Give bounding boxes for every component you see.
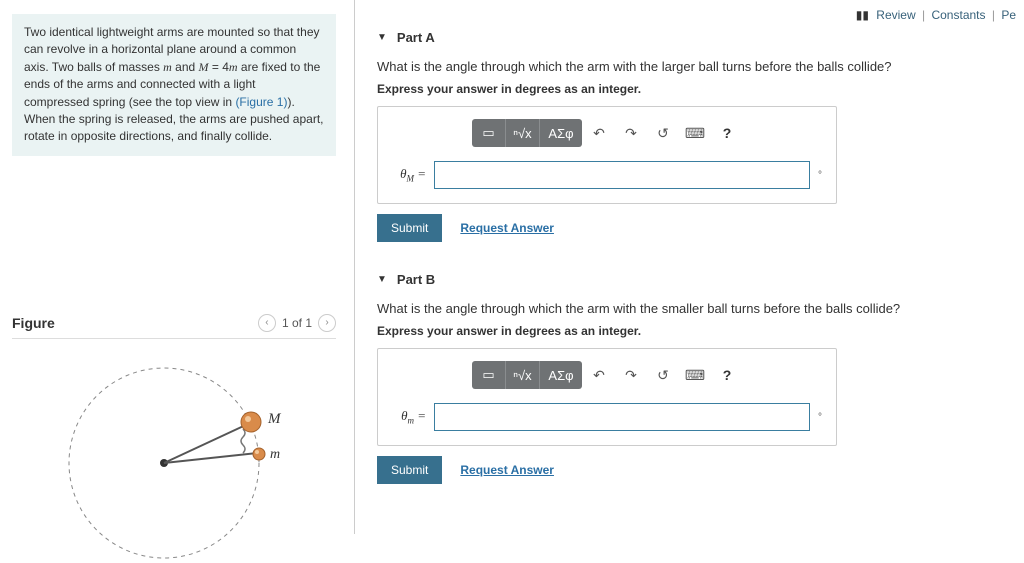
figure-title: Figure [12,315,55,331]
part-b-caret-icon[interactable]: ▼ [377,274,387,285]
var-m2: m [229,60,238,74]
keyboard-button-b[interactable]: ⌨ [680,361,710,389]
part-a-answer-box: ▭ ⁿ√x ΑΣφ ↶ ↷ ↺ ⌨ ? θM = ° [377,106,837,204]
figure-prev-button[interactable]: ‹ [258,314,276,332]
templates-button[interactable]: ▭ [472,119,506,147]
part-a: ▼ Part A What is the angle through which… [377,30,1004,242]
greek-button-b[interactable]: ΑΣφ [540,361,582,389]
part-a-var-label: θM = [392,166,426,184]
xroot-button[interactable]: ⁿ√x [506,119,540,147]
redo-button[interactable]: ↷ [616,119,646,147]
part-b-input[interactable] [434,403,810,431]
bookmark-icon[interactable]: ▮▮ [856,8,869,22]
redo-button-b[interactable]: ↷ [616,361,646,389]
part-b-instruction: Express your answer in degrees as an int… [377,324,1004,338]
part-a-request-answer-link[interactable]: Request Answer [460,221,554,235]
xroot-button-b[interactable]: ⁿ√x [506,361,540,389]
part-a-submit-button[interactable]: Submit [377,214,442,242]
greek-button[interactable]: ΑΣφ [540,119,582,147]
periodic-link[interactable]: Pe [1001,8,1016,22]
figure-next-button[interactable]: › [318,314,336,332]
part-b-label: Part B [397,272,435,287]
keyboard-button[interactable]: ⌨ [680,119,710,147]
part-b-answer-box: ▭ ⁿ√x ΑΣφ ↶ ↷ ↺ ⌨ ? θm = ° [377,348,837,446]
part-b-submit-button[interactable]: Submit [377,456,442,484]
problem-and: and [172,60,199,74]
part-a-toolbar: ▭ ⁿ√x ΑΣφ ↶ ↷ ↺ ⌨ ? [392,119,822,147]
part-a-input[interactable] [434,161,810,189]
review-link[interactable]: Review [876,8,915,22]
templates-button-b[interactable]: ▭ [472,361,506,389]
figure-label-small-m: m [270,447,280,462]
figure-pager: ‹ 1 of 1 › [258,314,336,332]
part-b-toolbar: ▭ ⁿ√x ΑΣφ ↶ ↷ ↺ ⌨ ? [392,361,822,389]
part-a-question: What is the angle through which the arm … [377,59,1004,74]
constants-link[interactable]: Constants [931,8,985,22]
problem-eq: = 4 [209,60,229,74]
top-links: ▮▮ Review | Constants | Pe [856,8,1016,22]
part-a-caret-icon[interactable]: ▼ [377,32,387,43]
part-a-unit: ° [818,170,822,181]
problem-statement: Two identical lightweight arms are mount… [12,14,336,156]
part-b-var-label: θm = [392,408,426,426]
var-m: m [163,60,172,74]
var-big-m: M [199,60,209,74]
part-b-question: What is the angle through which the arm … [377,301,1004,316]
help-button[interactable]: ? [712,119,742,147]
part-a-instruction: Express your answer in degrees as an int… [377,82,1004,96]
part-b-unit: ° [818,412,822,423]
reset-button-b[interactable]: ↺ [648,361,678,389]
figure-label-big-m: M [267,411,282,427]
undo-button[interactable]: ↶ [584,119,614,147]
figure-pager-label: 1 of 1 [282,316,312,330]
part-b-request-answer-link[interactable]: Request Answer [460,463,554,477]
part-a-label: Part A [397,30,435,45]
reset-button[interactable]: ↺ [648,119,678,147]
help-button-b[interactable]: ? [712,361,742,389]
figure-diagram: M m [12,353,336,563]
undo-button-b[interactable]: ↶ [584,361,614,389]
figure-link[interactable]: (Figure 1) [235,95,287,109]
part-b: ▼ Part B What is the angle through which… [377,272,1004,484]
